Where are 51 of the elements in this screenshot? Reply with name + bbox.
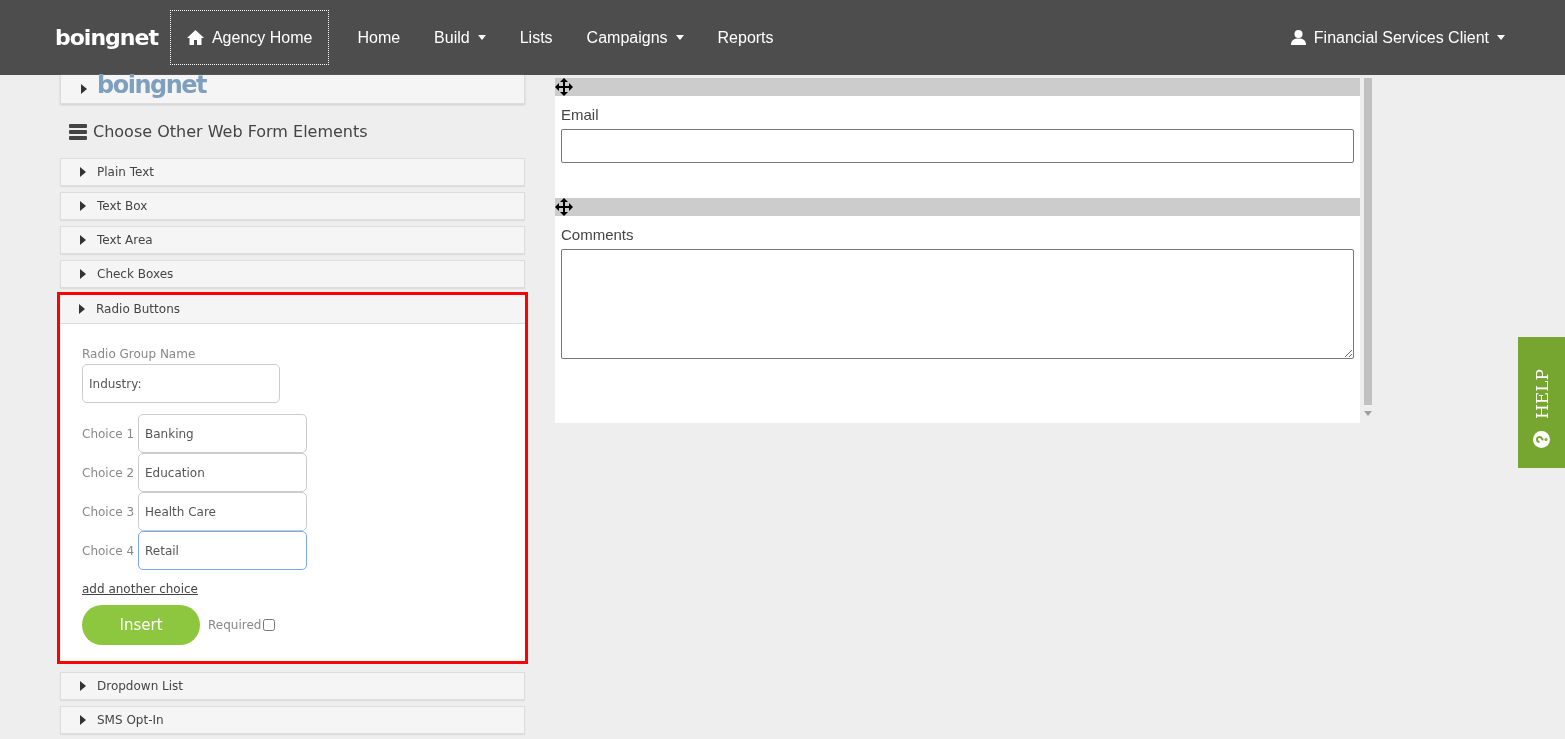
nav-link[interactable]: Campaigns <box>569 10 701 65</box>
caret-right-icon <box>80 235 86 245</box>
person-icon <box>1290 30 1306 45</box>
brand-logo[interactable]: boingnet <box>55 24 158 51</box>
accordion-header[interactable]: Plain Text <box>60 158 525 186</box>
caret-right-icon <box>80 681 86 691</box>
choice-label: Choice 2 <box>82 465 134 480</box>
choice-label: Choice 4 <box>82 543 134 558</box>
caret-right-icon <box>80 201 86 211</box>
move-icon[interactable] <box>555 78 573 96</box>
email-field[interactable] <box>561 129 1354 163</box>
nav-link[interactable]: Lists <box>502 10 570 65</box>
accordion-header[interactable]: Dropdown List <box>60 672 525 700</box>
caret-right-icon <box>80 167 86 177</box>
nav-link[interactable]: Home <box>340 10 418 65</box>
move-icon[interactable] <box>555 198 573 216</box>
comments-field[interactable] <box>561 249 1354 359</box>
required-checkbox[interactable] <box>263 619 276 631</box>
home-icon <box>186 30 204 45</box>
caret-icon <box>477 35 486 40</box>
section-heading: Choose Other Web Form Elements <box>93 122 368 141</box>
caret-right-icon <box>81 84 87 94</box>
field-label: Comments <box>561 226 635 243</box>
field-label: Email <box>561 106 600 123</box>
add-choice-link[interactable]: add another choice <box>82 582 198 596</box>
list-icon <box>69 123 87 140</box>
caret-right-icon <box>80 715 86 725</box>
caret-right-icon <box>80 269 86 279</box>
caret-icon <box>1497 35 1505 40</box>
choice-field[interactable]: Banking <box>138 414 307 453</box>
nav-link[interactable]: Agency Home <box>169 10 330 65</box>
scroll-down-icon[interactable] <box>1363 411 1372 416</box>
group-name-field[interactable]: Industry: <box>82 364 280 403</box>
choice-label: Choice 3 <box>82 504 134 519</box>
caret-icon <box>675 35 684 40</box>
caret-right-icon <box>79 304 85 314</box>
question-icon <box>1533 431 1550 448</box>
choice-label: Choice 1 <box>82 426 134 441</box>
accordion-header[interactable]: Radio Buttons <box>60 295 525 324</box>
nav-link[interactable]: Reports <box>700 10 791 65</box>
accordion-header[interactable]: Check Boxes <box>60 260 525 288</box>
choice-field[interactable]: Education <box>138 453 307 492</box>
accordion-header[interactable]: Text Area <box>60 226 525 254</box>
user-menu[interactable]: Financial Services Client <box>1290 28 1505 47</box>
field-label: Radio Group Name <box>82 347 197 361</box>
accordion-header[interactable]: SMS Opt-In <box>60 706 525 734</box>
nav-link[interactable]: Build <box>417 10 503 65</box>
accordion-header[interactable]: Text Box <box>60 192 525 220</box>
choice-field[interactable]: Retail <box>138 531 307 570</box>
choice-field[interactable]: Health Care <box>138 492 307 531</box>
required-label: Required <box>208 618 262 632</box>
